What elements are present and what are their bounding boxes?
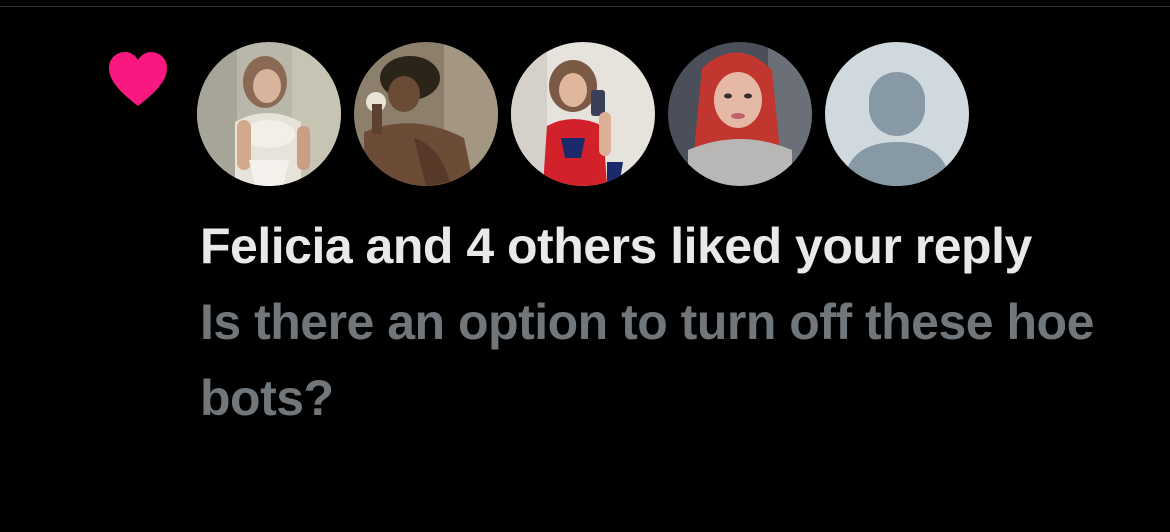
avatar-default[interactable] bbox=[825, 42, 969, 186]
heart-icon bbox=[109, 52, 167, 106]
avatar-user-2[interactable] bbox=[354, 42, 498, 186]
avatar-felicia[interactable] bbox=[197, 42, 341, 186]
notification-content: Felicia and 4 others liked your reply Is… bbox=[200, 208, 1160, 436]
user-photo-icon bbox=[668, 42, 812, 186]
default-avatar-icon bbox=[825, 42, 969, 186]
user-photo-icon bbox=[511, 42, 655, 186]
user-photo-icon bbox=[354, 42, 498, 186]
notification-headline: Felicia and 4 others liked your reply bbox=[200, 218, 1032, 274]
reply-preview-text: Is there an option to turn off these hoe… bbox=[200, 294, 1094, 426]
user-photo-icon bbox=[197, 42, 341, 186]
avatar-user-4[interactable] bbox=[668, 42, 812, 186]
liker-avatars bbox=[197, 42, 969, 186]
avatar-user-3[interactable] bbox=[511, 42, 655, 186]
like-notification[interactable]: Felicia and 4 others liked your reply Is… bbox=[0, 0, 1170, 532]
